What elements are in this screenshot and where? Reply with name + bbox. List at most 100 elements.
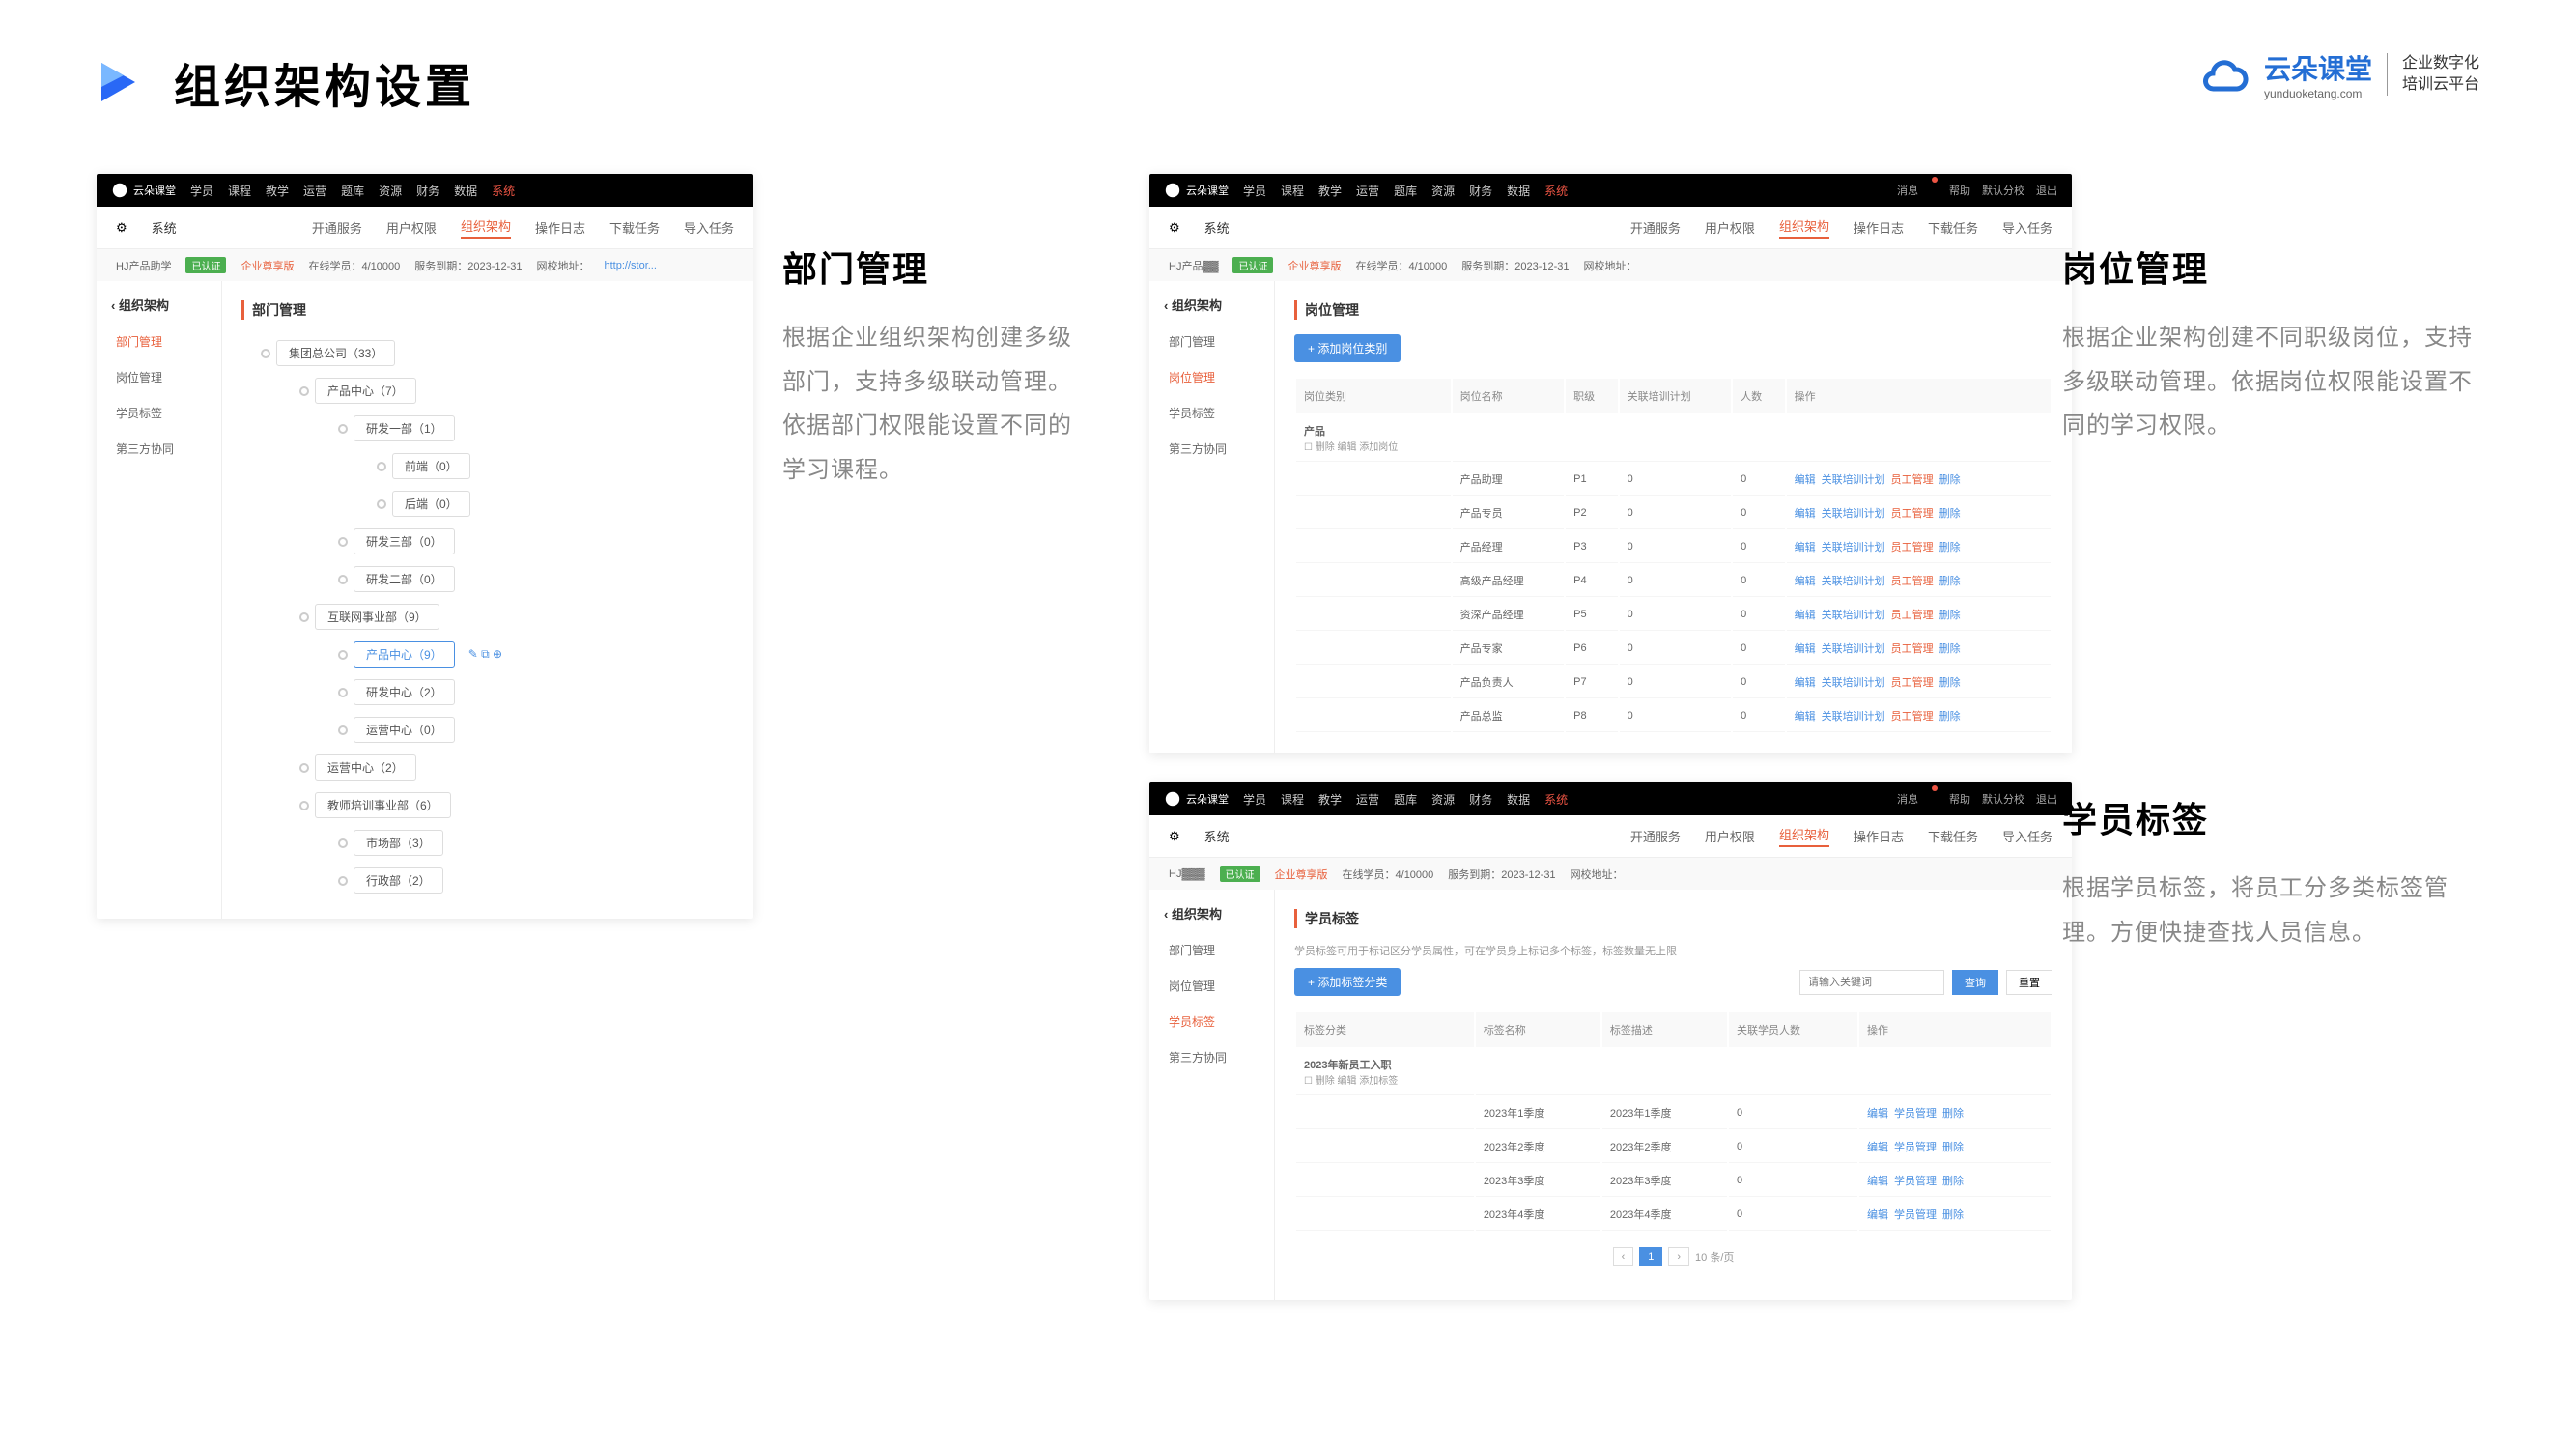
top-help[interactable]: 帮助 <box>1949 183 1970 198</box>
nav-item[interactable]: 运营 <box>1356 183 1379 199</box>
nav-item[interactable]: 数据 <box>1507 791 1530 808</box>
tree-node[interactable]: 互联网事业部（9） <box>299 598 734 636</box>
nav-item[interactable]: 课程 <box>1281 791 1304 808</box>
del-link[interactable]: 删除 <box>1942 1176 1964 1187</box>
sidebar-item-dept[interactable]: 部门管理 <box>1149 932 1274 968</box>
plan-link[interactable]: 关联培训计划 <box>1822 677 1885 689</box>
del-link[interactable]: 删除 <box>1942 1209 1964 1221</box>
tab[interactable]: 用户权限 <box>386 218 437 237</box>
tab-active[interactable]: 组织架构 <box>1779 825 1829 847</box>
node-actions[interactable]: ✎ ⧉ ⊕ <box>468 647 502 662</box>
nav-item[interactable]: 题库 <box>341 183 364 199</box>
tree-node[interactable]: 运营中心（2） <box>299 749 734 786</box>
sidebar-item-dept[interactable]: 部门管理 <box>97 324 221 359</box>
nav-item-active[interactable]: 系统 <box>492 183 515 199</box>
del-link[interactable]: 删除 <box>1939 474 1961 486</box>
del-link[interactable]: 删除 <box>1939 610 1961 621</box>
del-link[interactable]: 删除 <box>1939 508 1961 520</box>
tree-node[interactable]: 行政部（2） <box>338 862 734 899</box>
top-msg[interactable]: 消息 <box>1897 791 1918 807</box>
nav-item[interactable]: 学员 <box>1243 183 1266 199</box>
nav-item[interactable]: 资源 <box>379 183 402 199</box>
search-button[interactable]: 查询 <box>1952 970 1998 995</box>
nav-item[interactable]: 运营 <box>1356 791 1379 808</box>
nav-item[interactable]: 资源 <box>1431 183 1455 199</box>
pager-next[interactable]: › <box>1668 1247 1689 1266</box>
sidebar-item-job[interactable]: 岗位管理 <box>1149 359 1274 395</box>
del-link[interactable]: 删除 <box>1939 542 1961 554</box>
edit-link[interactable]: 编辑 <box>1795 508 1816 520</box>
nav-item[interactable]: 数据 <box>1507 183 1530 199</box>
tab[interactable]: 开通服务 <box>1630 218 1681 237</box>
plan-link[interactable]: 关联培训计划 <box>1822 711 1885 723</box>
tree-node[interactable]: 研发三部（0） <box>338 523 734 560</box>
tab[interactable]: 用户权限 <box>1705 827 1755 845</box>
del-link[interactable]: 删除 <box>1939 643 1961 655</box>
nav-item-active[interactable]: 系统 <box>1544 791 1568 808</box>
edit-link[interactable]: 编辑 <box>1867 1209 1888 1221</box>
sidebar-item-tag[interactable]: 学员标签 <box>97 395 221 431</box>
sidebar-item-dept[interactable]: 部门管理 <box>1149 324 1274 359</box>
edit-link[interactable]: 编辑 <box>1795 711 1816 723</box>
plan-link[interactable]: 关联培训计划 <box>1822 576 1885 587</box>
tab-active[interactable]: 组织架构 <box>1779 216 1829 239</box>
tree-node[interactable]: 产品中心（9）✎ ⧉ ⊕ <box>338 636 734 673</box>
nav-item[interactable]: 题库 <box>1394 791 1417 808</box>
plan-link[interactable]: 关联培训计划 <box>1822 610 1885 621</box>
top-school[interactable]: 默认分校 <box>1982 791 2024 807</box>
mgr-link[interactable]: 员工管理 <box>1891 711 1934 723</box>
nav-item[interactable]: 资源 <box>1431 791 1455 808</box>
plan-link[interactable]: 关联培训计划 <box>1822 474 1885 486</box>
sidebar-item-tag[interactable]: 学员标签 <box>1149 1004 1274 1039</box>
sidebar-item-3rd[interactable]: 第三方协同 <box>97 431 221 467</box>
tab-active[interactable]: 组织架构 <box>461 216 511 239</box>
pager-page[interactable]: 1 <box>1639 1247 1662 1266</box>
del-link[interactable]: 删除 <box>1939 576 1961 587</box>
del-link[interactable]: 删除 <box>1942 1142 1964 1153</box>
edit-link[interactable]: 编辑 <box>1795 643 1816 655</box>
mgr-link[interactable]: 学员管理 <box>1894 1108 1937 1120</box>
edit-link[interactable]: 编辑 <box>1795 576 1816 587</box>
reset-button[interactable]: 重置 <box>2006 970 2052 995</box>
add-tag-button[interactable]: + 添加标签分类 <box>1294 968 1401 996</box>
mgr-link[interactable]: 员工管理 <box>1891 576 1934 587</box>
nav-item[interactable]: 教学 <box>266 183 289 199</box>
top-exit[interactable]: 退出 <box>2036 791 2057 807</box>
tree-node[interactable]: 产品中心（7） <box>299 372 734 410</box>
mgr-link[interactable]: 学员管理 <box>1894 1209 1937 1221</box>
tab[interactable]: 下载任务 <box>1928 827 1978 845</box>
plan-link[interactable]: 关联培训计划 <box>1822 508 1885 520</box>
tab[interactable]: 用户权限 <box>1705 218 1755 237</box>
tree-node[interactable]: 教师培训事业部（6） <box>299 786 734 824</box>
nav-item[interactable]: 课程 <box>1281 183 1304 199</box>
tab[interactable]: 下载任务 <box>1928 218 1978 237</box>
mgr-link[interactable]: 员工管理 <box>1891 542 1934 554</box>
plan-link[interactable]: 关联培训计划 <box>1822 542 1885 554</box>
mgr-link[interactable]: 员工管理 <box>1891 474 1934 486</box>
nav-item[interactable]: 教学 <box>1318 791 1342 808</box>
del-link[interactable]: 删除 <box>1939 711 1961 723</box>
tree-node[interactable]: 研发中心（2） <box>338 673 734 711</box>
sidebar-item-tag[interactable]: 学员标签 <box>1149 395 1274 431</box>
edit-link[interactable]: 编辑 <box>1795 610 1816 621</box>
tree-node[interactable]: 后端（0） <box>377 485 734 523</box>
nav-item[interactable]: 财务 <box>416 183 439 199</box>
sidebar-item-job[interactable]: 岗位管理 <box>97 359 221 395</box>
top-msg[interactable]: 消息 <box>1897 183 1918 198</box>
nav-item[interactable]: 学员 <box>1243 791 1266 808</box>
nav-item[interactable]: 财务 <box>1469 791 1492 808</box>
top-help[interactable]: 帮助 <box>1949 791 1970 807</box>
mgr-link[interactable]: 学员管理 <box>1894 1142 1937 1153</box>
nav-item[interactable]: 学员 <box>190 183 213 199</box>
edit-link[interactable]: 编辑 <box>1795 474 1816 486</box>
tab[interactable]: 导入任务 <box>2002 827 2052 845</box>
top-school[interactable]: 默认分校 <box>1982 183 2024 198</box>
tree-node[interactable]: 前端（0） <box>377 447 734 485</box>
tree-node[interactable]: 研发一部（1） <box>338 410 734 447</box>
sidebar-item-job[interactable]: 岗位管理 <box>1149 968 1274 1004</box>
edit-link[interactable]: 编辑 <box>1795 542 1816 554</box>
mgr-link[interactable]: 员工管理 <box>1891 643 1934 655</box>
mgr-link[interactable]: 学员管理 <box>1894 1176 1937 1187</box>
plan-link[interactable]: 关联培训计划 <box>1822 643 1885 655</box>
edit-link[interactable]: 编辑 <box>1867 1176 1888 1187</box>
